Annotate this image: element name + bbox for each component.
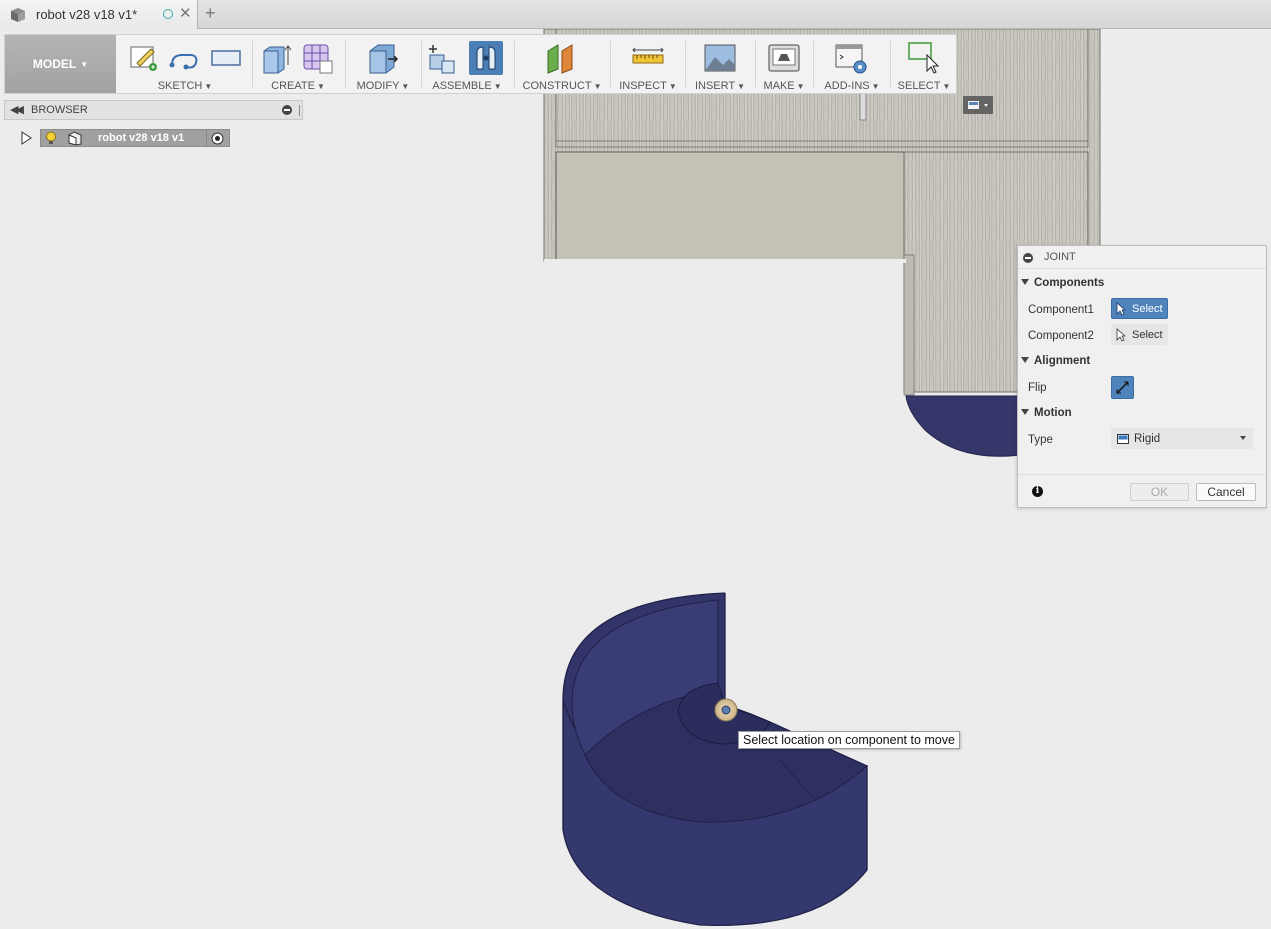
select-menu-label[interactable]: SELECT ▼ [893, 80, 955, 92]
wheel-part-top[interactable] [905, 395, 1021, 457]
type-label: Type [1028, 434, 1053, 446]
workspace-caret-icon: ▼ [80, 59, 89, 69]
document-tab-title: robot v28 v18 v1* [36, 7, 138, 22]
new-tab-button[interactable]: + [205, 3, 216, 24]
cancel-button[interactable]: Cancel [1196, 483, 1256, 501]
make-menu-label[interactable]: MAKE ▼ [758, 80, 810, 92]
component1-select-button[interactable]: Select [1111, 298, 1168, 319]
minimize-browser-icon[interactable] [282, 105, 292, 115]
joint-type-value: Rigid [1134, 433, 1161, 445]
minimize-dialog-icon[interactable] [1023, 253, 1033, 263]
press-pull-icon[interactable] [366, 41, 400, 75]
expand-caret-icon [1021, 409, 1029, 415]
tab-bar: robot v28 v18 v1* ✕ + [0, 0, 1271, 29]
scripts-addins-icon[interactable] [834, 41, 868, 75]
browser-panel-header[interactable]: ◀◀ BROWSER [4, 100, 303, 120]
measure-icon[interactable] [631, 41, 665, 75]
joint-dialog-header[interactable]: JOINT [1018, 246, 1266, 269]
toolbar-group-modify[interactable]: MODIFY ▼ [348, 35, 418, 93]
expand-caret-icon [1021, 279, 1029, 285]
insert-menu-label[interactable]: INSERT ▼ [688, 80, 752, 92]
window-select-icon[interactable] [907, 41, 941, 75]
sync-status-icon [163, 9, 173, 19]
visibility-lightbulb-icon[interactable] [45, 131, 57, 149]
joint-dialog: JOINT Components Component1 Select Compo… [1017, 245, 1267, 508]
activate-radio-icon[interactable] [211, 132, 224, 148]
expand-caret-icon [1021, 357, 1029, 363]
info-icon[interactable]: i [1032, 486, 1043, 497]
toolbar-grip-icon[interactable] [11, 51, 16, 75]
toolbar-group-inspect[interactable]: INSPECT ▼ [613, 35, 683, 93]
main-toolbar: MODEL ▼ SKETCH ▼ CREATE ▼ MODIFY ▼ ASSEM… [4, 34, 957, 94]
component2-label: Component2 [1028, 330, 1094, 342]
sketch-menu-label[interactable]: SKETCH ▼ [121, 80, 249, 92]
toolbar-group-create[interactable]: CREATE ▼ [255, 35, 341, 93]
add-ins-menu-label[interactable]: ADD-INS ▼ [816, 80, 888, 92]
form-icon[interactable] [300, 41, 334, 75]
toolbar-group-insert[interactable]: INSERT ▼ [688, 35, 752, 93]
cursor-arrow-icon [1116, 302, 1127, 319]
assemble-menu-label[interactable]: ASSEMBLE ▼ [424, 80, 510, 92]
spline-icon[interactable] [168, 41, 202, 75]
create-sketch-icon[interactable] [125, 41, 159, 75]
toolbar-group-select[interactable]: SELECT ▼ [893, 35, 955, 93]
components-section-toggle[interactable]: Components [1021, 277, 1104, 289]
toolbar-group-make[interactable]: MAKE ▼ [758, 35, 810, 93]
3d-print-icon[interactable] [767, 41, 801, 75]
toolbar-group-add-ins[interactable]: ADD-INS ▼ [816, 35, 888, 93]
flip-button[interactable] [1111, 376, 1134, 399]
new-component-icon[interactable] [424, 41, 458, 75]
root-component-node[interactable]: robot v28 v18 v1 [40, 129, 230, 147]
offset-plane-icon[interactable] [544, 41, 578, 75]
flip-icon [1115, 380, 1130, 398]
insert-image-icon[interactable] [703, 41, 737, 75]
collapse-browser-icon[interactable]: ◀◀ [10, 103, 24, 116]
joint-dialog-footer: i OK Cancel [1018, 474, 1266, 508]
close-tab-icon[interactable]: ✕ [179, 4, 192, 22]
rectangle-icon[interactable] [209, 41, 243, 75]
toolbar-group-assemble[interactable]: ASSEMBLE ▼ [424, 35, 510, 93]
wheel-guard-part[interactable] [562, 592, 868, 926]
create-menu-label[interactable]: CREATE ▼ [255, 80, 341, 92]
browser-title: BROWSER [31, 104, 88, 116]
extrude-icon[interactable] [260, 41, 294, 75]
component-icon [67, 131, 83, 149]
ok-button[interactable]: OK [1130, 483, 1189, 501]
cursor-arrow-icon [1116, 328, 1127, 345]
component2-select-button[interactable]: Select [1111, 324, 1168, 345]
inspect-menu-label[interactable]: INSPECT ▼ [613, 80, 683, 92]
view-display-settings-icon[interactable] [963, 96, 993, 114]
joint-type-dropdown[interactable]: Rigid [1111, 428, 1253, 449]
construct-menu-label[interactable]: CONSTRUCT ▼ [517, 80, 607, 92]
document-tab[interactable]: robot v28 v18 v1* ✕ [0, 0, 198, 29]
joint-icon[interactable] [469, 41, 503, 75]
alignment-section-toggle[interactable]: Alignment [1021, 355, 1090, 367]
joint-dialog-title: JOINT [1044, 251, 1076, 263]
root-component-name: robot v28 v18 v1 [98, 132, 185, 144]
workspace-switcher-button[interactable]: MODEL ▼ [5, 35, 116, 93]
document-icon [9, 7, 27, 26]
toolbar-group-sketch[interactable]: SKETCH ▼ [121, 35, 249, 93]
modify-menu-label[interactable]: MODIFY ▼ [348, 80, 418, 92]
rigid-joint-icon [1117, 434, 1129, 447]
workspace-label: MODEL [32, 57, 77, 71]
browser-resize-handle[interactable] [299, 105, 300, 116]
toolbar-group-construct[interactable]: CONSTRUCT ▼ [517, 35, 607, 93]
motion-section-toggle[interactable]: Motion [1021, 407, 1072, 419]
joint-origin-snap-point[interactable] [714, 698, 738, 722]
flip-label: Flip [1028, 382, 1047, 394]
dropdown-arrow-icon [1240, 436, 1246, 440]
component1-label: Component1 [1028, 304, 1094, 316]
selection-tooltip: Select location on component to move [738, 731, 960, 749]
expand-tree-icon[interactable] [20, 131, 32, 148]
